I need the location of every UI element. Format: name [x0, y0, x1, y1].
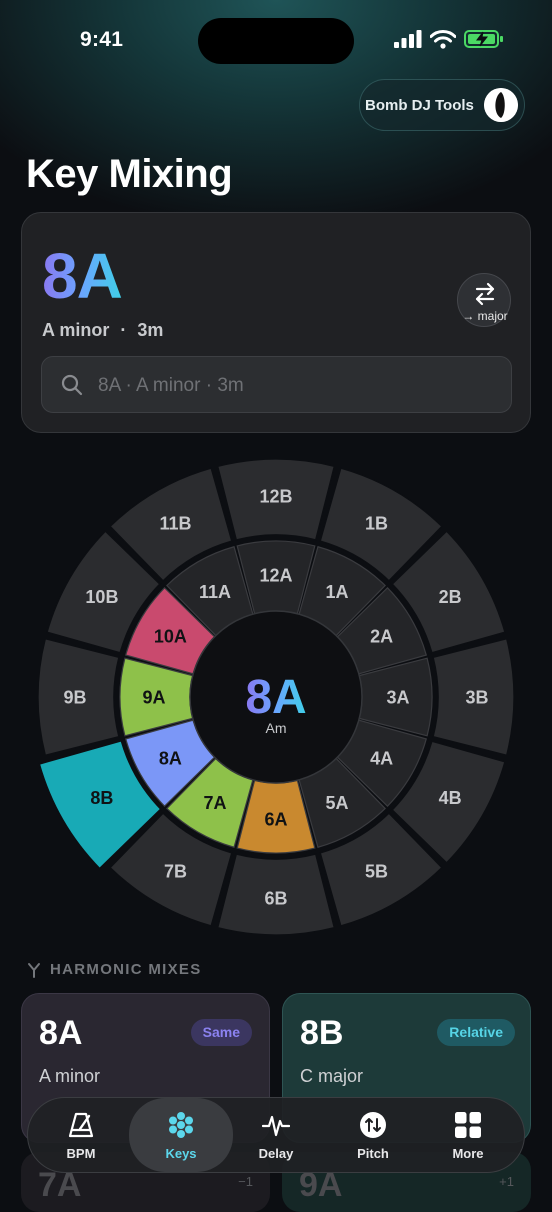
wheel-key-label: 10A — [154, 626, 187, 646]
wheel-key-label: 1A — [325, 582, 348, 602]
current-key-card: 8A A minor · 3m → major — [21, 212, 531, 433]
brand-label: Bomb DJ Tools — [365, 96, 474, 114]
camelot-wheel: 8A Am 1B 1A 2B 2A 3B 3A 4B 4A 5B 5A 6B 6A 7B 7A 8B 8A 9B… — [37, 458, 515, 936]
status-bar: 9:41 — [0, 0, 552, 84]
harmonic-section-title: HARMONIC MIXES — [50, 961, 202, 978]
wheel-key-label: 9A — [142, 687, 165, 707]
tab-more[interactable]: More — [420, 1098, 516, 1172]
wheel-key-label: 5B — [365, 862, 388, 882]
tab-pitch[interactable]: Pitch — [325, 1098, 421, 1172]
mode-toggle-label: → major — [462, 309, 508, 323]
pitch-arrows-icon — [360, 1112, 386, 1138]
wheel-key-label: 2B — [439, 587, 462, 607]
wheel-key-label: 9B — [63, 687, 86, 707]
wheel-key-label: 7B — [164, 862, 187, 882]
merge-icon — [28, 962, 40, 978]
waveform-icon — [262, 1115, 290, 1137]
wheel-key-label: 8A — [159, 748, 182, 768]
brand-logo-icon — [484, 88, 518, 122]
search-icon — [61, 374, 83, 396]
metronome-icon — [68, 1112, 94, 1138]
wheel-key-label: 5A — [325, 793, 348, 813]
wheel-key-label: 2A — [370, 626, 393, 646]
wheel-key-label: 12B — [259, 486, 292, 506]
wheel-key-label: 12A — [259, 565, 292, 585]
tab-bar: BPM Keys Delay Pitch More — [27, 1097, 525, 1173]
wheel-key-label: 3A — [386, 687, 409, 707]
tab-label: BPM — [66, 1146, 96, 1161]
current-key-short: 3m — [137, 320, 164, 340]
key-search-field[interactable] — [41, 356, 512, 414]
tab-label: More — [452, 1146, 484, 1161]
swap-arrows-icon — [475, 282, 495, 306]
wheel-key-label: 10B — [85, 587, 118, 607]
key-search-input[interactable] — [96, 357, 500, 414]
same-badge: Same — [190, 1019, 252, 1046]
wheel-key-label: 8B — [90, 788, 113, 808]
tab-keys[interactable]: Keys — [129, 1098, 233, 1172]
wheel-key-label: 6B — [264, 888, 287, 908]
current-key-name: A minor — [42, 320, 110, 340]
tab-label: Delay — [258, 1146, 294, 1161]
harmonic-card-key: 8B — [300, 1014, 344, 1052]
tab-bpm[interactable]: BPM — [33, 1098, 129, 1172]
mode-toggle-button[interactable]: → major — [457, 273, 511, 327]
cellular-icon — [394, 30, 422, 48]
harmonic-card-name: C major — [300, 1066, 364, 1086]
hexagon-cluster-icon — [169, 1112, 193, 1138]
tab-label: Keys — [165, 1146, 197, 1161]
wheel-center-sub: Am — [266, 720, 287, 736]
harmonic-card-delta: +1 — [499, 1174, 514, 1189]
status-time: 9:41 — [80, 28, 124, 51]
separator-dot: · — [120, 320, 127, 340]
wheel-key-label: 1B — [365, 513, 388, 533]
harmonic-card-delta: −1 — [238, 1174, 253, 1189]
battery-charging-icon — [464, 30, 503, 48]
grid-icon — [455, 1112, 481, 1138]
brand-pill[interactable]: Bomb DJ Tools — [359, 79, 525, 131]
harmonic-card-key: 8A — [39, 1014, 83, 1052]
tab-label: Pitch — [357, 1146, 389, 1161]
wheel-key-label: 4B — [439, 788, 462, 808]
wheel-key-label: 11A — [199, 582, 231, 602]
wifi-icon — [430, 29, 456, 49]
harmonic-section-label: HARMONIC MIXES — [26, 961, 202, 978]
wheel-key-label: 3B — [465, 687, 488, 707]
wheel-key-label: 7A — [203, 793, 226, 813]
harmonic-card-name: A minor — [39, 1066, 101, 1086]
page-title: Key Mixing — [26, 152, 233, 196]
wheel-center-key: 8A — [245, 671, 306, 724]
status-icons — [394, 29, 504, 49]
dynamic-island — [198, 18, 354, 64]
wheel-key-label: 11B — [159, 513, 191, 533]
relative-badge: Relative — [437, 1019, 515, 1046]
tab-delay[interactable]: Delay — [228, 1098, 324, 1172]
current-key-camelot: 8A — [42, 240, 123, 312]
current-key-details: A minor · 3m — [42, 320, 163, 341]
wheel-key-label: 4A — [370, 748, 393, 768]
wheel-key-label: 6A — [264, 809, 287, 829]
